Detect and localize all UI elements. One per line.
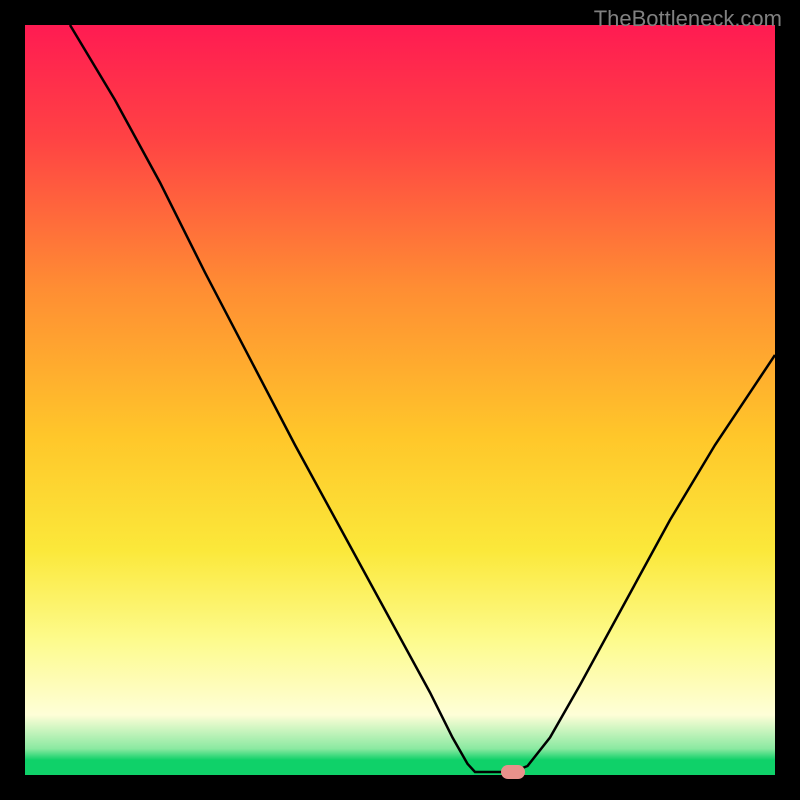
chart-svg xyxy=(25,25,775,775)
optimal-marker xyxy=(501,765,525,779)
chart-plot-area xyxy=(25,25,775,775)
watermark-text: TheBottleneck.com xyxy=(594,6,782,32)
chart-background xyxy=(25,25,775,775)
